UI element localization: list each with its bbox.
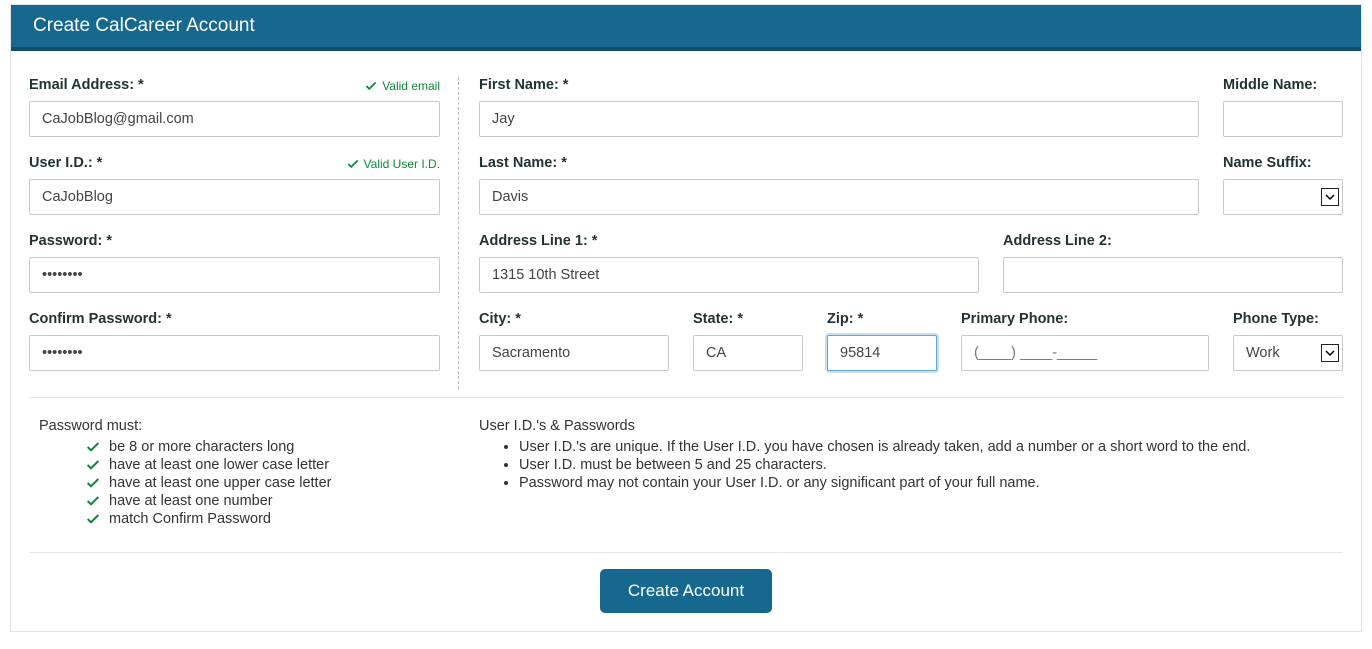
panel-title: Create CalCareer Account (33, 15, 255, 36)
first-name-label: First Name: * (479, 77, 1199, 93)
email-input[interactable] (29, 101, 440, 137)
phone-type-select[interactable]: Work (1233, 335, 1343, 371)
password-rules-list: be 8 or more characters long have at lea… (39, 438, 459, 528)
personal-column: First Name: * Middle Name: Last Name: * (459, 77, 1343, 389)
confirm-password-label: Confirm Password: * (29, 311, 440, 327)
password-rules: Password must: be 8 or more characters l… (29, 418, 459, 528)
state-label: State: * (693, 311, 803, 327)
phone-input[interactable] (961, 335, 1209, 371)
addr1-group: Address Line 1: * (479, 233, 979, 293)
middle-name-label: Middle Name: (1223, 77, 1343, 93)
create-account-panel: Create CalCareer Account Email Address: … (10, 4, 1362, 632)
password-field-group: Password: * (29, 233, 440, 293)
check-icon (85, 439, 101, 455)
userid-rules-list: User I.D.'s are unique. If the User I.D.… (479, 438, 1343, 492)
suffix-group: Name Suffix: (1223, 155, 1343, 215)
userid-valid-text: Valid User I.D. (364, 157, 440, 171)
confirm-password-input[interactable] (29, 335, 440, 371)
phone-type-label: Phone Type: (1233, 311, 1343, 327)
check-icon (346, 157, 360, 171)
check-icon (85, 475, 101, 491)
userid-label: User I.D.: * (29, 155, 102, 171)
list-item: have at least one upper case letter (85, 474, 459, 492)
email-field-group: Email Address: * Valid email (29, 77, 440, 137)
email-valid-text: Valid email (382, 79, 440, 93)
addr2-group: Address Line 2: (1003, 233, 1343, 293)
email-valid-indicator: Valid email (364, 79, 440, 93)
last-name-group: Last Name: * (479, 155, 1199, 215)
city-label: City: * (479, 311, 669, 327)
addr1-label: Address Line 1: * (479, 233, 979, 249)
addr2-label: Address Line 2: (1003, 233, 1343, 249)
list-item: match Confirm Password (85, 510, 459, 528)
last-name-input[interactable] (479, 179, 1199, 215)
rules-row: Password must: be 8 or more characters l… (29, 397, 1343, 528)
phone-label: Primary Phone: (961, 311, 1209, 327)
list-item: have at least one lower case letter (85, 456, 459, 474)
password-rules-heading: Password must: (39, 418, 459, 434)
password-label: Password: * (29, 233, 440, 249)
action-row: Create Account (29, 552, 1343, 613)
first-name-input[interactable] (479, 101, 1199, 137)
userid-rules-heading: User I.D.'s & Passwords (479, 418, 1343, 434)
check-icon (85, 511, 101, 527)
list-item: have at least one number (85, 492, 459, 510)
addr1-input[interactable] (479, 257, 979, 293)
list-item: User I.D.'s are unique. If the User I.D.… (519, 438, 1343, 456)
account-column: Email Address: * Valid email User I.D.: … (29, 77, 459, 389)
middle-name-input[interactable] (1223, 101, 1343, 137)
addr2-input[interactable] (1003, 257, 1343, 293)
panel-body: Email Address: * Valid email User I.D.: … (11, 51, 1361, 631)
city-group: City: * (479, 311, 669, 371)
suffix-select[interactable] (1223, 179, 1343, 215)
userid-field-group: User I.D.: * Valid User I.D. (29, 155, 440, 215)
check-icon (364, 79, 378, 93)
phone-group: Primary Phone: (961, 311, 1209, 371)
zip-input[interactable] (827, 335, 937, 371)
password-input[interactable] (29, 257, 440, 293)
list-item: be 8 or more characters long (85, 438, 459, 456)
state-group: State: * (693, 311, 803, 371)
city-input[interactable] (479, 335, 669, 371)
check-icon (85, 457, 101, 473)
phone-type-group: Phone Type: Work (1233, 311, 1343, 371)
email-label: Email Address: * (29, 77, 144, 93)
zip-group: Zip: * (827, 311, 937, 371)
list-item: Password may not contain your User I.D. … (519, 474, 1343, 492)
userid-input[interactable] (29, 179, 440, 215)
zip-label: Zip: * (827, 311, 937, 327)
confirm-password-field-group: Confirm Password: * (29, 311, 440, 371)
check-icon (85, 493, 101, 509)
middle-name-group: Middle Name: (1223, 77, 1343, 137)
list-item: User I.D. must be between 5 and 25 chara… (519, 456, 1343, 474)
userid-rules: User I.D.'s & Passwords User I.D.'s are … (459, 418, 1343, 528)
userid-valid-indicator: Valid User I.D. (346, 157, 440, 171)
create-account-button[interactable]: Create Account (600, 569, 772, 613)
first-name-group: First Name: * (479, 77, 1199, 137)
last-name-label: Last Name: * (479, 155, 1199, 171)
suffix-label: Name Suffix: (1223, 155, 1343, 171)
panel-header: Create CalCareer Account (11, 5, 1361, 51)
state-input[interactable] (693, 335, 803, 371)
